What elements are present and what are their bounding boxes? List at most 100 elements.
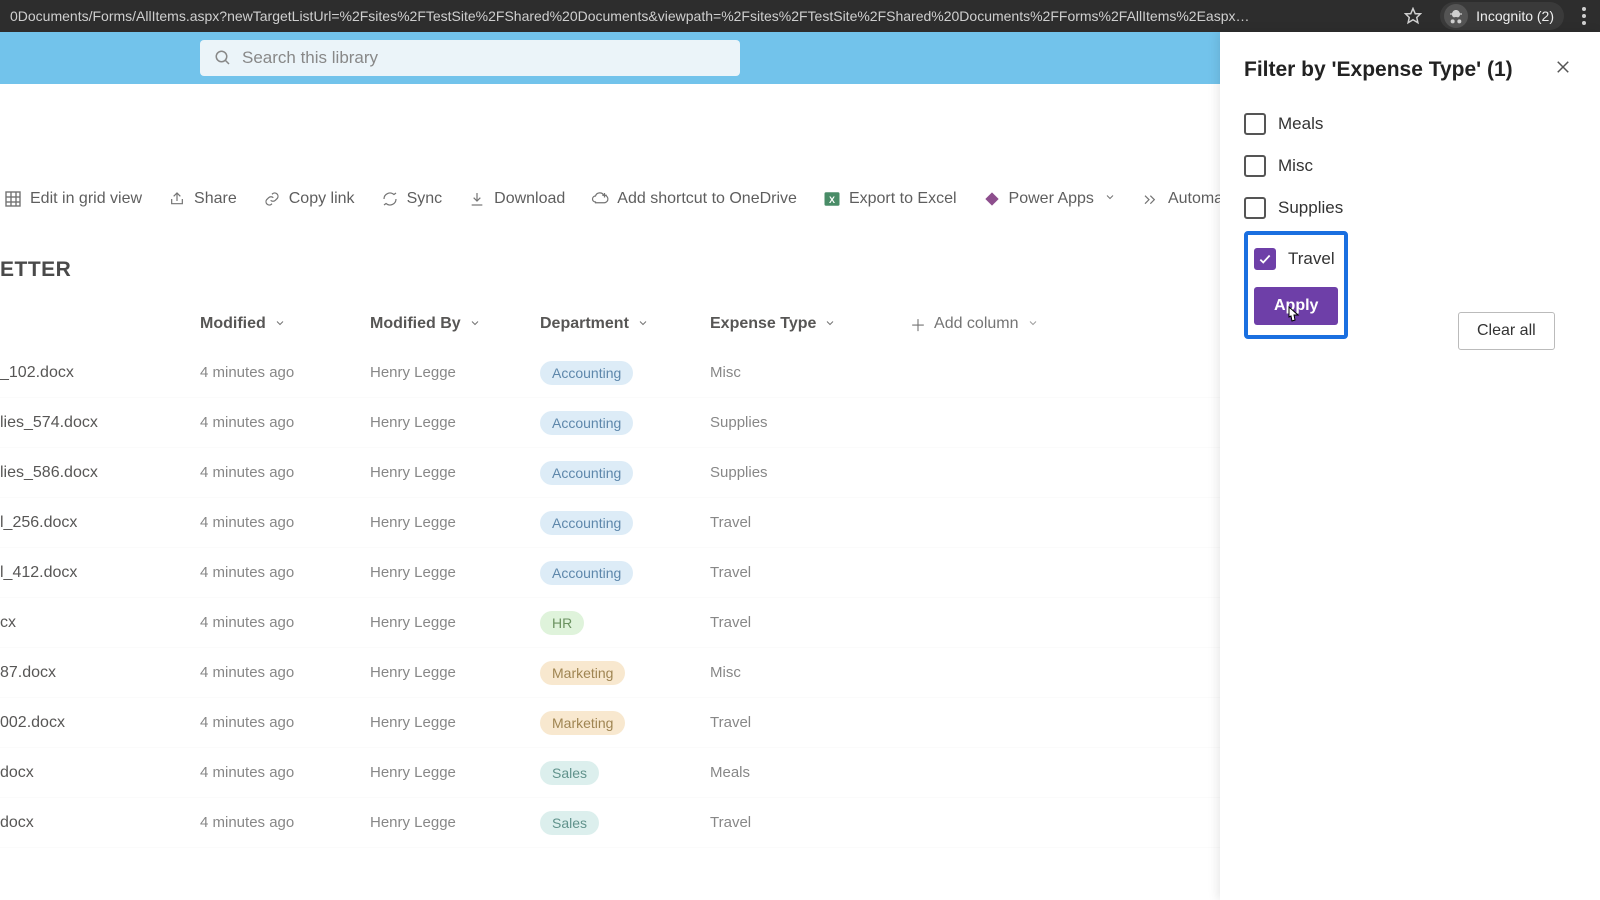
file-name[interactable]: 87.docx (0, 664, 200, 682)
chevron-down-icon (1104, 190, 1116, 208)
filter-panel-title: Filter by 'Expense Type' (1) (1244, 58, 1513, 82)
cell-expense-type: Travel (710, 814, 910, 831)
svg-text:X: X (829, 195, 835, 205)
cmd-copy-link[interactable]: Copy link (263, 190, 355, 208)
cmd-add-shortcut-onedrive[interactable]: Add shortcut to OneDrive (591, 190, 797, 208)
search-icon (214, 49, 232, 67)
cell-modified-by: Henry Legge (370, 364, 540, 381)
cell-modified: 4 minutes ago (200, 714, 370, 731)
cmd-label: Copy link (289, 190, 355, 208)
link-icon (263, 190, 281, 208)
col-header-department[interactable]: Department (540, 315, 710, 333)
cell-modified: 4 minutes ago (200, 614, 370, 631)
grid-icon (4, 190, 22, 208)
cell-modified: 4 minutes ago (200, 514, 370, 531)
browser-menu-icon[interactable] (1582, 7, 1586, 25)
filter-option-label: Meals (1278, 114, 1323, 134)
cell-modified: 4 minutes ago (200, 414, 370, 431)
cell-department: Accounting (540, 361, 710, 385)
filter-option-label: Travel (1288, 249, 1335, 269)
cell-expense-type: Misc (710, 364, 910, 381)
file-name[interactable]: docx (0, 764, 200, 782)
apply-button[interactable]: Apply (1254, 287, 1338, 325)
department-pill: HR (540, 611, 584, 635)
checkbox-unchecked-icon (1244, 113, 1266, 135)
cell-expense-type: Travel (710, 614, 910, 631)
file-name[interactable]: l_256.docx (0, 514, 200, 532)
file-name[interactable]: _102.docx (0, 364, 200, 382)
file-name[interactable]: cx (0, 614, 200, 632)
cell-modified-by: Henry Legge (370, 764, 540, 781)
checkbox-unchecked-icon (1244, 155, 1266, 177)
share-icon (168, 190, 186, 208)
col-header-add-column[interactable]: ＋ Add column (910, 312, 1110, 336)
filter-option-supplies[interactable]: Supplies (1244, 187, 1576, 229)
cell-modified: 4 minutes ago (200, 364, 370, 381)
filter-option-misc[interactable]: Misc (1244, 145, 1576, 187)
address-bar[interactable]: 0Documents/Forms/AllItems.aspx?newTarget… (0, 8, 1390, 24)
cmd-edit-grid-view[interactable]: Edit in grid view (4, 190, 142, 208)
file-name[interactable]: 002.docx (0, 714, 200, 732)
chevron-down-icon (824, 317, 838, 331)
search-box[interactable] (200, 40, 740, 76)
department-pill: Marketing (540, 661, 625, 685)
col-header-modified-by[interactable]: Modified By (370, 315, 540, 333)
cell-modified: 4 minutes ago (200, 764, 370, 781)
file-name[interactable]: lies_574.docx (0, 414, 200, 432)
cmd-label: Edit in grid view (30, 190, 142, 208)
download-icon (468, 190, 486, 208)
chevron-down-icon (1027, 317, 1041, 331)
cell-department: Accounting (540, 561, 710, 585)
cmd-label: Export to Excel (849, 190, 957, 208)
tutorial-highlight-box: Travel Apply (1244, 231, 1348, 339)
cell-modified-by: Henry Legge (370, 514, 540, 531)
cell-department: HR (540, 611, 710, 635)
department-pill: Accounting (540, 361, 633, 385)
cell-modified-by: Henry Legge (370, 664, 540, 681)
cmd-label: Power Apps (1009, 190, 1094, 208)
cell-expense-type: Supplies (710, 414, 910, 431)
chevron-down-icon (469, 317, 483, 331)
close-icon[interactable] (1550, 54, 1576, 85)
cmd-download[interactable]: Download (468, 190, 565, 208)
cmd-label: Sync (407, 190, 443, 208)
power-apps-icon (983, 190, 1001, 208)
department-pill: Sales (540, 761, 599, 785)
col-header-expense-type[interactable]: Expense Type (710, 315, 910, 333)
automate-icon (1142, 190, 1160, 208)
filter-option-meals[interactable]: Meals (1244, 103, 1576, 145)
filter-option-travel[interactable]: Travel (1254, 241, 1338, 277)
plus-icon: ＋ (910, 312, 926, 336)
cell-department: Sales (540, 761, 710, 785)
clear-all-button[interactable]: Clear all (1458, 312, 1555, 350)
file-name[interactable]: docx (0, 814, 200, 832)
cell-expense-type: Travel (710, 714, 910, 731)
cell-modified-by: Henry Legge (370, 564, 540, 581)
bookmark-star-icon[interactable] (1404, 7, 1422, 25)
col-header-modified[interactable]: Modified (200, 315, 370, 333)
cmd-label: Share (194, 190, 237, 208)
cmd-export-excel[interactable]: X Export to Excel (823, 190, 957, 208)
incognito-indicator[interactable]: Incognito (2) (1440, 2, 1564, 30)
department-pill: Accounting (540, 511, 633, 535)
cell-expense-type: Travel (710, 564, 910, 581)
page-title: ETTER (0, 258, 71, 281)
cell-modified-by: Henry Legge (370, 814, 540, 831)
search-input[interactable] (242, 48, 726, 68)
cell-modified: 4 minutes ago (200, 814, 370, 831)
cell-modified-by: Henry Legge (370, 714, 540, 731)
cell-modified-by: Henry Legge (370, 614, 540, 631)
cell-department: Marketing (540, 661, 710, 685)
cell-department: Accounting (540, 461, 710, 485)
incognito-label: Incognito (2) (1476, 8, 1554, 24)
cmd-share[interactable]: Share (168, 190, 237, 208)
file-name[interactable]: lies_586.docx (0, 464, 200, 482)
file-name[interactable]: l_412.docx (0, 564, 200, 582)
cell-expense-type: Meals (710, 764, 910, 781)
cmd-label: Add shortcut to OneDrive (617, 190, 797, 208)
cell-department: Sales (540, 811, 710, 835)
cmd-sync[interactable]: Sync (381, 190, 443, 208)
department-pill: Sales (540, 811, 599, 835)
cell-modified: 4 minutes ago (200, 464, 370, 481)
cmd-power-apps[interactable]: Power Apps (983, 190, 1116, 208)
